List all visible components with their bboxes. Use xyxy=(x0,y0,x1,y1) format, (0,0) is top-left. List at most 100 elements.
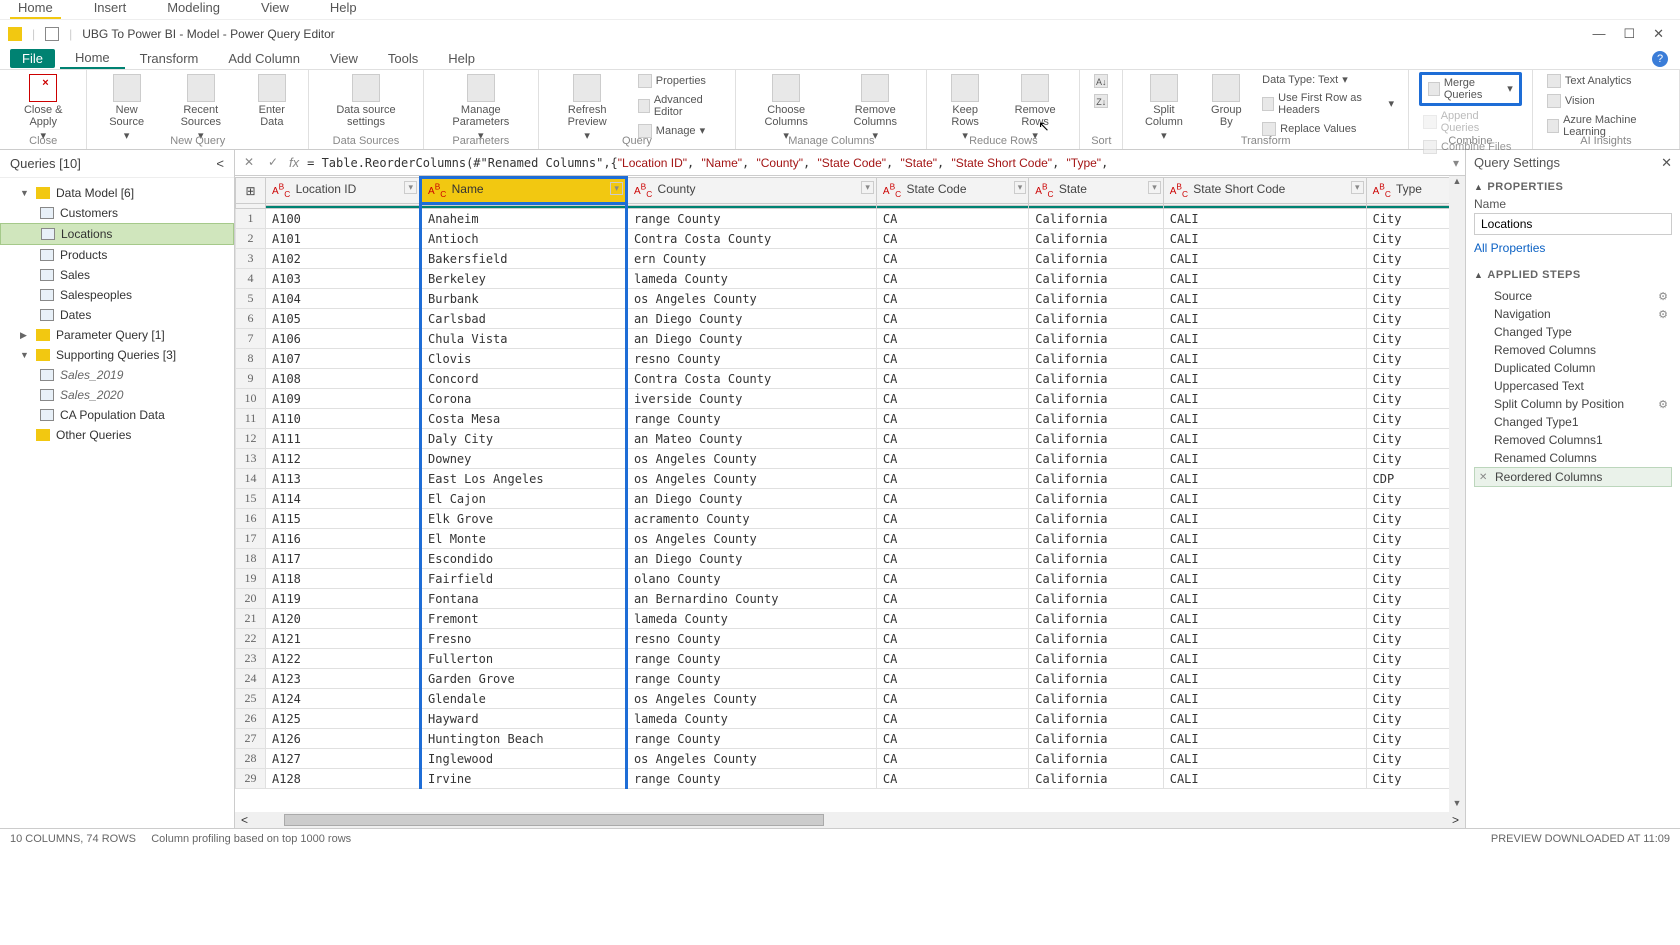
cell[interactable]: CALI xyxy=(1163,429,1366,449)
applied-step-changed-type[interactable]: Changed Type xyxy=(1474,323,1672,341)
cell[interactable]: A124 xyxy=(266,689,421,709)
row-number[interactable]: 5 xyxy=(236,289,266,309)
row-number[interactable]: 12 xyxy=(236,429,266,449)
query-sales-2019[interactable]: Sales_2019 xyxy=(0,365,234,385)
cell[interactable]: Glendale xyxy=(421,689,627,709)
table-row[interactable]: 27A126Huntington Beachrange CountyCACali… xyxy=(236,729,1465,749)
tab-file[interactable]: File xyxy=(10,49,55,68)
cell[interactable]: Inglewood xyxy=(421,749,627,769)
cell[interactable]: CALI xyxy=(1163,749,1366,769)
cell[interactable]: A119 xyxy=(266,589,421,609)
row-number[interactable]: 23 xyxy=(236,649,266,669)
remove-rows-button[interactable]: Remove Rows▾ xyxy=(1001,72,1069,144)
properties-section[interactable]: PROPERTIES xyxy=(1487,181,1563,193)
cell[interactable]: Costa Mesa xyxy=(421,409,627,429)
column-header-name[interactable]: ABC Name▾ xyxy=(421,178,627,204)
column-header-county[interactable]: ABC County▾ xyxy=(626,178,876,204)
column-filter-icon[interactable]: ▾ xyxy=(1351,181,1364,194)
cell[interactable]: CA xyxy=(876,369,1028,389)
cell[interactable]: lameda County xyxy=(626,609,876,629)
cell[interactable]: CA xyxy=(876,409,1028,429)
cell[interactable]: CALI xyxy=(1163,729,1366,749)
scroll-right-icon[interactable]: > xyxy=(1446,813,1465,827)
cell[interactable]: an Diego County xyxy=(626,489,876,509)
cell[interactable]: CA xyxy=(876,689,1028,709)
cell[interactable]: CALI xyxy=(1163,569,1366,589)
menu-help[interactable]: Help xyxy=(322,0,365,19)
cell[interactable]: Escondido xyxy=(421,549,627,569)
keep-rows-button[interactable]: Keep Rows▾ xyxy=(937,72,993,144)
cell[interactable]: CA xyxy=(876,749,1028,769)
scroll-left-icon[interactable]: < xyxy=(235,813,254,827)
table-row[interactable]: 21A120Fremontlameda CountyCACaliforniaCA… xyxy=(236,609,1465,629)
properties-button[interactable]: Properties xyxy=(634,72,726,90)
tab-add-column[interactable]: Add Column xyxy=(213,49,315,68)
applied-step-navigation[interactable]: Navigation⚙ xyxy=(1474,305,1672,323)
table-row[interactable]: 23A122Fullertonrange CountyCACaliforniaC… xyxy=(236,649,1465,669)
scroll-down-icon[interactable]: ▼ xyxy=(1449,798,1465,812)
cell[interactable]: A102 xyxy=(266,249,421,269)
table-row[interactable]: 19A118Fairfieldolano CountyCACaliforniaC… xyxy=(236,569,1465,589)
cell[interactable]: range County xyxy=(626,669,876,689)
sort-asc-button[interactable]: A↓ xyxy=(1090,72,1112,90)
cell[interactable]: A105 xyxy=(266,309,421,329)
cell[interactable]: Berkeley xyxy=(421,269,627,289)
cell[interactable]: olano County xyxy=(626,569,876,589)
cell[interactable]: California xyxy=(1029,369,1163,389)
commit-formula-icon[interactable]: ✓ xyxy=(265,155,281,171)
cell[interactable]: an Diego County xyxy=(626,309,876,329)
manage-parameters-button[interactable]: Manage Parameters▾ xyxy=(434,72,528,144)
row-number[interactable]: 26 xyxy=(236,709,266,729)
cell[interactable]: A128 xyxy=(266,769,421,789)
data-type-button[interactable]: Data Type: Text ▾ xyxy=(1258,72,1398,88)
query-name-input[interactable] xyxy=(1474,213,1672,235)
table-row[interactable]: 18A117Escondidoan Diego CountyCACaliforn… xyxy=(236,549,1465,569)
menu-insert[interactable]: Insert xyxy=(86,0,135,19)
cell[interactable]: lameda County xyxy=(626,709,876,729)
cell[interactable]: A123 xyxy=(266,669,421,689)
cell[interactable]: an Bernardino County xyxy=(626,589,876,609)
cell[interactable]: an Diego County xyxy=(626,329,876,349)
table-row[interactable]: 20A119Fontanaan Bernardino CountyCACalif… xyxy=(236,589,1465,609)
cell[interactable]: CA xyxy=(876,489,1028,509)
cell[interactable]: CA xyxy=(876,289,1028,309)
cell[interactable]: an Mateo County xyxy=(626,429,876,449)
applied-step-duplicated-column[interactable]: Duplicated Column xyxy=(1474,359,1672,377)
row-number[interactable]: 1 xyxy=(236,209,266,229)
menu-view[interactable]: View xyxy=(253,0,297,19)
column-header-state-short-code[interactable]: ABC State Short Code▾ xyxy=(1163,178,1366,204)
cell[interactable]: range County xyxy=(626,649,876,669)
cell[interactable]: A126 xyxy=(266,729,421,749)
cell[interactable]: Fresno xyxy=(421,629,627,649)
scroll-up-icon[interactable]: ▲ xyxy=(1449,176,1465,190)
cell[interactable]: CALI xyxy=(1163,209,1366,229)
cell[interactable]: CA xyxy=(876,329,1028,349)
row-number[interactable]: 6 xyxy=(236,309,266,329)
cell[interactable]: A116 xyxy=(266,529,421,549)
cell[interactable]: A127 xyxy=(266,749,421,769)
new-source-button[interactable]: New Source▾ xyxy=(97,72,155,144)
cell[interactable]: CA xyxy=(876,509,1028,529)
cell[interactable]: California xyxy=(1029,389,1163,409)
cell[interactable]: California xyxy=(1029,449,1163,469)
row-number[interactable]: 19 xyxy=(236,569,266,589)
row-number[interactable]: 27 xyxy=(236,729,266,749)
cell[interactable]: El Cajon xyxy=(421,489,627,509)
row-header[interactable]: ⊞ xyxy=(236,178,266,204)
table-row[interactable]: 13A112Downeyos Angeles CountyCACaliforni… xyxy=(236,449,1465,469)
cell[interactable]: A115 xyxy=(266,509,421,529)
cell[interactable]: CA xyxy=(876,269,1028,289)
formula-text[interactable]: = Table.ReorderColumns(#"Renamed Columns… xyxy=(307,156,1445,170)
cell[interactable]: CALI xyxy=(1163,489,1366,509)
recent-sources-button[interactable]: Recent Sources▾ xyxy=(164,72,238,144)
cell[interactable]: East Los Angeles xyxy=(421,469,627,489)
cell[interactable]: California xyxy=(1029,729,1163,749)
cell[interactable]: A113 xyxy=(266,469,421,489)
row-number[interactable]: 21 xyxy=(236,609,266,629)
cell[interactable]: lameda County xyxy=(626,269,876,289)
cell[interactable]: California xyxy=(1029,529,1163,549)
query-customers[interactable]: Customers xyxy=(0,203,234,223)
row-number[interactable]: 7 xyxy=(236,329,266,349)
row-number[interactable]: 4 xyxy=(236,269,266,289)
tab-view[interactable]: View xyxy=(315,49,373,68)
